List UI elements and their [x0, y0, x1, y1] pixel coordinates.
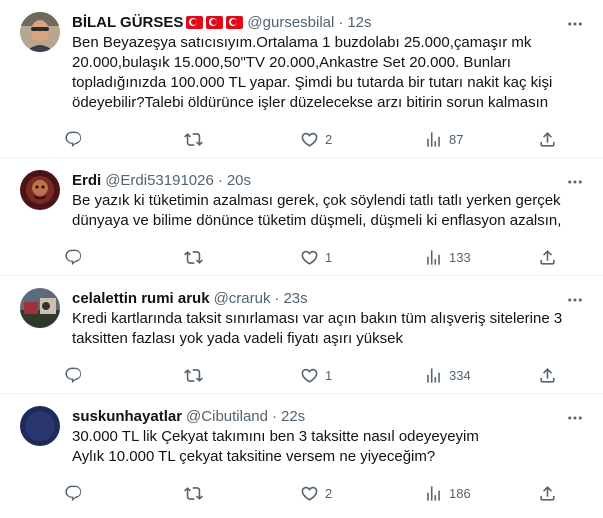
tweet[interactable]: BİLAL GÜRSES @gursesbilal · 12s Ben Beya… [0, 0, 603, 158]
like-button[interactable]: 2 [300, 484, 424, 503]
reply-icon [65, 367, 82, 383]
user-handle[interactable]: @gursesbilal [247, 14, 334, 31]
tweet-text: Ben Beyazeşya satıcısıyım.Ortalama 1 buz… [72, 34, 553, 111]
more-icon [568, 298, 582, 302]
like-button[interactable]: 1 [300, 366, 424, 385]
like-count: 1 [325, 367, 333, 383]
display-name[interactable]: BİLAL GÜRSES [72, 14, 183, 31]
separator-dot: · [338, 13, 344, 31]
flag-emojis [186, 15, 244, 29]
views-icon [427, 131, 440, 147]
retweet-button[interactable] [184, 248, 300, 267]
reply-feed: BİLAL GÜRSES @gursesbilal · 12s Ben Beya… [0, 0, 603, 518]
reply-icon [65, 249, 82, 265]
view-count: 334 [449, 367, 471, 383]
share-button[interactable] [538, 484, 558, 503]
user-handle[interactable]: @Erdi53191026 [105, 172, 214, 189]
share-icon [540, 249, 555, 265]
separator-dot: · [217, 171, 223, 189]
retweet-button[interactable] [184, 130, 300, 149]
heart-icon [301, 486, 318, 501]
turkish-flag-icon [226, 15, 244, 29]
like-button[interactable]: 2 [300, 130, 424, 149]
reply-button[interactable] [64, 484, 184, 503]
retweet-icon [184, 368, 203, 382]
retweet-icon [184, 486, 203, 500]
share-icon [540, 485, 555, 501]
retweet-button[interactable] [184, 484, 300, 503]
views-button[interactable]: 87 [424, 130, 538, 149]
avatar[interactable] [20, 288, 60, 328]
view-count: 186 [449, 485, 471, 501]
like-count: 2 [325, 131, 333, 147]
reply-button[interactable] [64, 130, 184, 149]
tweet[interactable]: suskunhayatlar @Cibutiland · 22s 30.000 … [0, 394, 603, 518]
view-count: 87 [449, 131, 464, 147]
retweet-icon [184, 250, 203, 264]
timestamp[interactable]: 22s [281, 408, 305, 425]
timestamp[interactable]: 20s [227, 172, 251, 189]
avatar[interactable] [20, 170, 60, 210]
more-icon [568, 416, 582, 420]
turkish-flag-icon [186, 15, 204, 29]
timestamp[interactable]: 12s [347, 14, 371, 31]
reply-button[interactable] [64, 366, 184, 385]
views-button[interactable]: 133 [424, 248, 538, 267]
display-name[interactable]: Erdi [72, 172, 101, 189]
views-icon [427, 367, 440, 383]
reply-button[interactable] [64, 248, 184, 267]
share-icon [540, 367, 555, 383]
views-icon [427, 485, 440, 501]
tweet[interactable]: celalettin rumi aruk @craruk · 23s Kredi… [0, 276, 603, 394]
retweet-button[interactable] [184, 366, 300, 385]
user-handle[interactable]: @craruk [214, 290, 271, 307]
views-icon [427, 249, 440, 265]
heart-icon [301, 132, 318, 147]
tweet-text: 30.000 TL lik Çekyat takımını ben 3 taks… [72, 428, 479, 465]
timestamp[interactable]: 23s [283, 290, 307, 307]
separator-dot: · [271, 407, 277, 425]
display-name[interactable]: suskunhayatlar [72, 408, 182, 425]
avatar[interactable] [20, 406, 60, 446]
share-button[interactable] [538, 130, 558, 149]
display-name[interactable]: celalettin rumi aruk [72, 290, 210, 307]
like-count: 2 [325, 485, 333, 501]
more-options-button[interactable] [565, 14, 585, 34]
turkish-flag-icon [206, 15, 224, 29]
more-options-button[interactable] [565, 172, 585, 192]
tweet[interactable]: Erdi @Erdi53191026 · 20s Be yazık ki tük… [0, 158, 603, 276]
reply-icon [65, 131, 82, 147]
like-button[interactable]: 1 [300, 248, 424, 267]
reply-icon [65, 485, 82, 501]
more-icon [568, 180, 582, 184]
more-icon [568, 22, 582, 26]
tweet-actions: 2 186 [64, 467, 587, 518]
like-count: 1 [325, 249, 333, 265]
views-button[interactable]: 334 [424, 366, 538, 385]
share-icon [540, 131, 555, 147]
heart-icon [301, 250, 318, 265]
heart-icon [301, 368, 318, 383]
more-options-button[interactable] [565, 290, 585, 310]
separator-dot: · [274, 289, 280, 307]
views-button[interactable]: 186 [424, 484, 538, 503]
user-handle[interactable]: @Cibutiland [186, 408, 268, 425]
view-count: 133 [449, 249, 471, 265]
retweet-icon [184, 132, 203, 146]
share-button[interactable] [538, 248, 558, 267]
avatar[interactable] [20, 12, 60, 52]
tweet-text: Be yazık ki tüketimin azalması gerek, ço… [72, 192, 562, 229]
share-button[interactable] [538, 366, 558, 385]
more-options-button[interactable] [565, 408, 585, 428]
tweet-text: Kredi kartlarında taksit sınırlaması var… [72, 310, 563, 347]
